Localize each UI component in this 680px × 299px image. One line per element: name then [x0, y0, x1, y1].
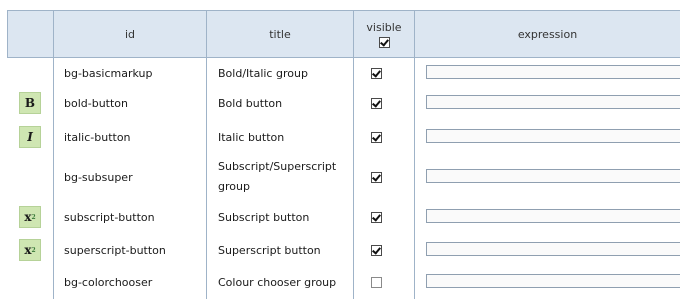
table-row: I italic-button Italic button: [7, 126, 680, 148]
column-header-id-label: id: [124, 27, 136, 41]
row-title: Bold/Italic group: [218, 66, 308, 80]
visible-checkbox[interactable]: [371, 67, 382, 79]
visible-checkbox[interactable]: [371, 171, 382, 183]
row-id: bg-subsuper: [64, 170, 133, 184]
expression-input[interactable]: [426, 95, 680, 109]
table-row: bg-subsuper Subscript/Superscript group: [7, 156, 680, 198]
table-row: B bold-button Bold button: [7, 92, 680, 114]
column-header-expression-label: expression: [517, 27, 578, 41]
expression-input[interactable]: [426, 169, 680, 183]
select-all-visible-checkbox[interactable]: [378, 36, 390, 48]
row-id: bold-button: [64, 96, 129, 110]
column-header-expression[interactable]: expression: [415, 10, 680, 58]
table-row: bg-colorchooser Colour chooser group: [7, 271, 680, 293]
superscript-icon: x2: [19, 239, 41, 261]
expression-input[interactable]: [426, 209, 680, 223]
row-title: Colour chooser group: [218, 275, 337, 289]
column-header-title-label: title: [269, 27, 291, 41]
row-id: subscript-button: [64, 210, 155, 224]
subscript-icon: x2: [19, 206, 41, 228]
visible-checkbox[interactable]: [371, 244, 382, 256]
row-id: bg-colorchooser: [64, 275, 153, 289]
row-id: bg-basicmarkup: [64, 66, 153, 80]
table-row: bg-basicmarkup Bold/Italic group: [7, 62, 680, 84]
row-title: Italic button: [218, 130, 285, 144]
row-title: Subscript/Superscript group: [218, 160, 337, 193]
bold-icon: B: [19, 92, 41, 114]
expression-input[interactable]: [426, 65, 680, 79]
visible-checkbox[interactable]: [371, 276, 382, 288]
expression-input[interactable]: [426, 129, 680, 143]
visible-checkbox[interactable]: [371, 211, 382, 223]
table-row: x2 subscript-button Subscript button: [7, 206, 680, 228]
italic-icon: I: [19, 126, 41, 148]
expression-input[interactable]: [426, 242, 680, 256]
settings-table: id title visible expression bg-basicmark…: [0, 0, 680, 299]
column-header-visible-label: visible: [366, 20, 402, 34]
row-id: italic-button: [64, 130, 131, 144]
visible-checkbox[interactable]: [371, 131, 382, 143]
column-header-id[interactable]: id: [54, 10, 206, 58]
table-row: x2 superscript-button Superscript button: [7, 239, 680, 261]
row-title: Bold button: [218, 96, 283, 110]
row-title: Superscript button: [218, 243, 321, 257]
column-header-visible: visible: [354, 10, 414, 58]
expression-input[interactable]: [426, 274, 680, 288]
visible-checkbox[interactable]: [371, 97, 382, 109]
row-id: superscript-button: [64, 243, 166, 257]
row-title: Subscript button: [218, 210, 310, 224]
column-header-title[interactable]: title: [207, 10, 353, 58]
